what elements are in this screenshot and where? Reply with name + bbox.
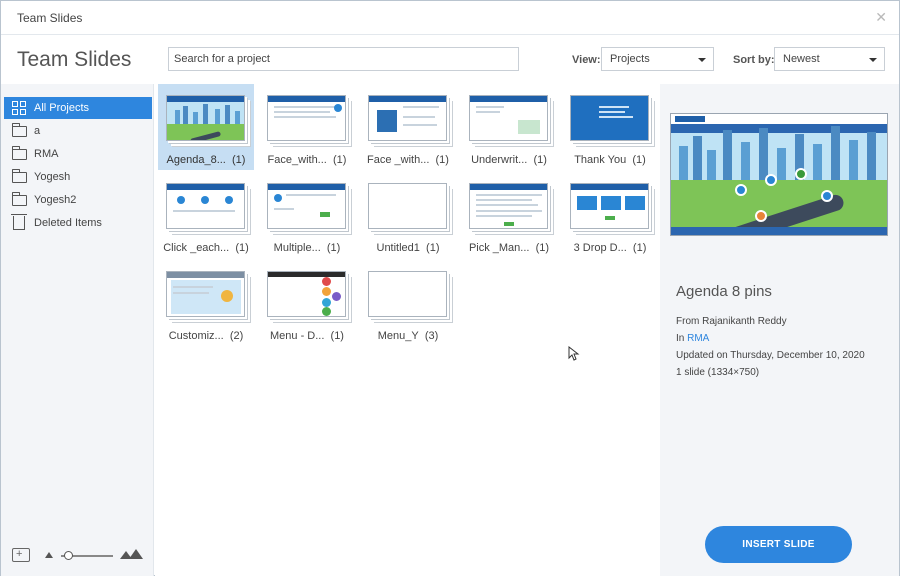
project-tile[interactable]: Menu_Y (3)	[360, 260, 456, 346]
close-icon[interactable]: ✕	[875, 9, 887, 26]
sidebar-item-label: Deleted Items	[34, 217, 102, 229]
sidebar-footer: +	[1, 536, 154, 576]
project-name: Agenda_8... (1)	[166, 154, 246, 166]
project-name: Underwrit... (1)	[471, 154, 547, 166]
header: Team Slides View: Projects Sort by: Newe…	[1, 36, 899, 84]
project-name: Pick _Man... (1)	[468, 242, 550, 254]
project-thumbnail	[368, 183, 447, 229]
project-tile[interactable]: Thank You (1)	[562, 84, 658, 170]
sidebar-item-label: All Projects	[34, 102, 90, 114]
project-tile[interactable]: Multiple... (1)	[259, 172, 355, 258]
project-tile[interactable]: Pick _Man... (1)	[461, 172, 557, 258]
project-thumbnail	[469, 95, 548, 141]
project-thumbnail	[166, 271, 245, 317]
project-name: Multiple... (1)	[273, 242, 341, 254]
project-thumbnail	[166, 95, 245, 141]
mouse-cursor-icon	[568, 346, 580, 361]
zoom-out-icon[interactable]	[45, 552, 53, 558]
project-slide-count: 1 slide (1334×750)	[676, 367, 760, 378]
sidebar-item-yogesh2[interactable]: Yogesh2	[4, 189, 152, 211]
sidebar-item-all-projects[interactable]: All Projects	[4, 97, 152, 119]
sidebar-item-label: Yogesh	[34, 171, 71, 183]
folder-icon	[12, 123, 28, 139]
project-updated: Updated on Thursday, December 10, 2020	[676, 350, 865, 361]
project-thumbnail	[267, 183, 346, 229]
project-name: Menu_Y (3)	[377, 330, 439, 342]
project-tile[interactable]: Agenda_8... (1)	[158, 84, 254, 170]
project-name: Face _with... (1)	[367, 154, 449, 166]
sort-dropdown[interactable]: Newest	[774, 47, 885, 71]
sidebar-item-label: Yogesh2	[34, 194, 77, 206]
project-tile[interactable]: Untitled1 (1)	[360, 172, 456, 258]
sidebar: All Projects a RMA Yogesh Yogesh2 Delete…	[1, 84, 154, 576]
project-name: Thank You (1)	[574, 154, 646, 166]
project-name: 3 Drop D... (1)	[573, 242, 647, 254]
grid-icon	[12, 100, 28, 116]
details-panel: Agenda 8 pins From Rajanikanth Reddy In …	[660, 84, 899, 576]
folder-icon	[12, 146, 28, 162]
page-title: Team Slides	[17, 48, 132, 71]
view-label: View:	[572, 54, 601, 66]
folder-icon	[12, 169, 28, 185]
team-slides-window: Team Slides ✕ Team Slides View: Projects…	[0, 0, 900, 576]
zoom-slider-handle[interactable]	[64, 551, 73, 560]
search-input[interactable]	[168, 47, 519, 71]
project-thumbnail	[368, 271, 447, 317]
project-tile[interactable]: Face_with... (1)	[259, 84, 355, 170]
view-dropdown-value: Projects	[610, 53, 650, 65]
project-thumbnail	[469, 183, 548, 229]
project-tile[interactable]: Click _each... (1)	[158, 172, 254, 258]
project-thumbnail	[267, 95, 346, 141]
trash-icon	[11, 214, 28, 231]
sidebar-item-label: RMA	[34, 148, 59, 160]
project-name: Face_with... (1)	[267, 154, 347, 166]
sort-dropdown-value: Newest	[783, 53, 820, 65]
project-title: Agenda 8 pins	[676, 283, 772, 300]
sidebar-item-deleted-items[interactable]: Deleted Items	[4, 212, 152, 234]
project-location: In RMA	[676, 333, 710, 344]
chevron-down-icon	[698, 58, 706, 62]
project-tile[interactable]: Face _with... (1)	[360, 84, 456, 170]
folder-link-rma[interactable]: RMA	[687, 333, 709, 344]
project-tile[interactable]: Underwrit... (1)	[461, 84, 557, 170]
folder-icon	[12, 192, 28, 208]
project-thumbnail	[166, 183, 245, 229]
project-thumbnail	[368, 95, 447, 141]
project-name: Customiz... (2)	[168, 330, 244, 342]
project-tile[interactable]: 3 Drop D... (1)	[562, 172, 658, 258]
project-tile[interactable]: Menu - D... (1)	[259, 260, 355, 346]
sidebar-item-rma[interactable]: RMA	[4, 143, 152, 165]
insert-slide-button[interactable]: INSERT SLIDE	[705, 526, 852, 563]
sidebar-item-a[interactable]: a	[4, 120, 152, 142]
project-tile[interactable]: Customiz... (2)	[158, 260, 254, 346]
project-name: Click _each... (1)	[163, 242, 249, 254]
slide-preview	[670, 113, 888, 236]
project-grid: Agenda_8... (1) Face_with... (1) Face _w…	[155, 84, 660, 576]
view-dropdown[interactable]: Projects	[601, 47, 714, 71]
chevron-down-icon	[869, 58, 877, 62]
title-bar: Team Slides ✕	[1, 1, 899, 35]
project-thumbnail	[570, 95, 649, 141]
sort-label: Sort by:	[733, 54, 775, 66]
project-name: Untitled1 (1)	[376, 242, 440, 254]
window-title: Team Slides	[17, 11, 83, 25]
sidebar-item-yogesh[interactable]: Yogesh	[4, 166, 152, 188]
project-name: Menu - D... (1)	[270, 330, 344, 342]
project-author: From Rajanikanth Reddy	[676, 316, 787, 327]
sidebar-item-label: a	[34, 125, 41, 137]
project-thumbnail	[570, 183, 649, 229]
add-folder-icon[interactable]: +	[12, 548, 30, 562]
project-thumbnail	[267, 271, 346, 317]
zoom-in-icon[interactable]	[120, 549, 143, 559]
